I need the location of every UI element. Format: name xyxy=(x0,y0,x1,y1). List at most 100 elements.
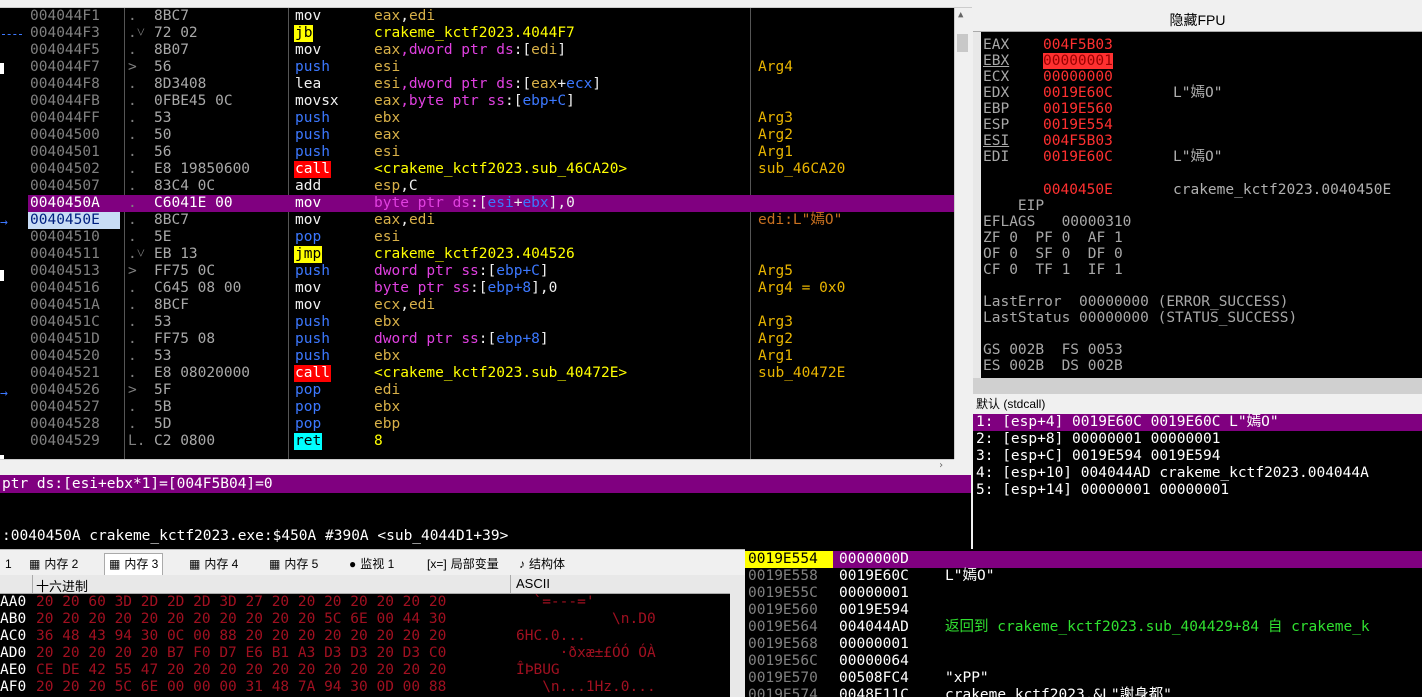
stack-address[interactable]: 0019E558 xyxy=(748,568,818,585)
dump-hex-bytes[interactable]: CE DE 42 55 47 20 20 20 20 20 20 20 20 2… xyxy=(36,662,446,679)
registers-scrollbar[interactable] xyxy=(973,32,981,378)
dump-row[interactable]: AC0 36 48 43 94 30 0C 00 88 20 20 20 20 2… xyxy=(0,628,730,645)
stack-row[interactable]: 0019E554 0000000D xyxy=(745,551,1422,568)
disasm-row[interactable]: 0040451C. 53 push ebx Arg3 xyxy=(28,314,954,331)
breakpoint-marker[interactable] xyxy=(0,63,4,74)
disasm-row[interactable]: 00404501. 56 push esi Arg1 xyxy=(28,144,954,161)
disasm-row[interactable]: 004044F5. 8B07 mov eax,dword ptr ds:[edi] xyxy=(28,42,954,59)
dump-hex-bytes[interactable]: 20 20 20 20 20 20 20 20 20 20 20 5C 6E 0… xyxy=(36,611,446,628)
register-name-ebp[interactable]: EBP xyxy=(983,101,1009,117)
disasm-address[interactable]: 00404507 xyxy=(28,178,120,195)
disasm-address[interactable]: 0040451D xyxy=(28,331,120,348)
stack-value[interactable]: 0019E594 xyxy=(839,602,909,619)
stack-value[interactable]: 0019E60C xyxy=(839,568,909,585)
disasm-address[interactable]: 00404510 xyxy=(28,229,120,246)
register-value-ecx[interactable]: 00000000 xyxy=(1043,69,1113,85)
register-name-edx[interactable]: EDX xyxy=(983,85,1009,101)
disasm-row[interactable]: 00404516. C645 08 00 mov byte ptr ss:[ebp+8… xyxy=(28,280,954,297)
register-value-esp[interactable]: 0019E554 xyxy=(1043,117,1113,133)
stack-row[interactable]: 0019E55C 00000001 xyxy=(745,585,1422,602)
stack-row[interactable]: 0019E564 004044AD 返回到 crakeme_kctf2023.sub… xyxy=(745,619,1422,636)
disasm-row[interactable]: 00404502. E8 19850600 call <crakeme_kctf202… xyxy=(28,161,954,178)
stack-argument-row[interactable]: 5: [esp+14] 00000001 00000001 xyxy=(973,482,1422,499)
dump-hex-bytes[interactable]: 20 20 20 5C 6E 00 00 00 31 48 7A 94 30 0… xyxy=(36,679,446,696)
disasm-row[interactable]: 004044F1. 8BC7 mov eax,edi xyxy=(28,8,954,25)
disasm-address[interactable]: 00404521 xyxy=(28,365,120,382)
stack-value[interactable]: 00000001 xyxy=(839,636,909,653)
dump-ascii[interactable]: \n.D0 xyxy=(516,611,656,628)
segment-row[interactable]: GS 002B FS 0053 xyxy=(983,342,1123,358)
ascii-column-header[interactable]: ASCII xyxy=(516,576,550,591)
stack-address[interactable]: 0019E554 xyxy=(745,551,833,568)
disasm-row[interactable]: 004044FB. 0FBE45 0C movsx eax,byte ptr ss:[… xyxy=(28,93,954,110)
stack-argument-row[interactable]: 3: [esp+C] 0019E594 0019E594 xyxy=(973,448,1422,465)
stack-row[interactable]: 0019E568 00000001 xyxy=(745,636,1422,653)
register-name-eax[interactable]: EAX xyxy=(983,37,1009,53)
dump-hex-bytes[interactable]: 20 20 60 3D 2D 2D 2D 3D 27 20 20 20 20 2… xyxy=(36,594,446,611)
calling-convention-dropdown[interactable]: 默认 (stdcall) xyxy=(973,394,1422,414)
disasm-row[interactable]: 00404520. 53 push ebx Arg1 xyxy=(28,348,954,365)
disasm-address[interactable]: 00404526 xyxy=(28,382,120,399)
scroll-thumb[interactable] xyxy=(957,34,968,52)
breakpoint-marker[interactable] xyxy=(0,270,4,281)
dump-address[interactable]: AF0 xyxy=(0,679,26,696)
stack-address[interactable]: 0019E56C xyxy=(748,653,818,670)
disasm-row[interactable]: 00404507. 83C4 0C add esp,C xyxy=(28,178,954,195)
tab-结构体[interactable]: ♪ 结构体 xyxy=(514,553,570,575)
register-value-eax[interactable]: 004F5B03 xyxy=(1043,37,1113,53)
disasm-address[interactable]: 004044F1 xyxy=(28,8,120,25)
stack-row[interactable]: 0019E574 0048E11C crakeme_kctf2023.&L"謝身都" xyxy=(745,687,1422,697)
dump-address[interactable]: AA0 xyxy=(0,594,26,611)
disasm-address[interactable]: 0040451C xyxy=(28,314,120,331)
disasm-row[interactable]: 00404528. 5D pop ebp xyxy=(28,416,954,433)
disasm-address[interactable]: 004044F8 xyxy=(28,76,120,93)
tab-1[interactable]: 1 xyxy=(0,553,17,575)
dump-address[interactable]: AC0 xyxy=(0,628,26,645)
disasm-address[interactable]: 004044F5 xyxy=(28,42,120,59)
stack-arguments-panel[interactable]: 1: [esp+4] 0019E60C 0019E60C L"嫣O" 2: [es… xyxy=(973,414,1422,549)
scroll-right-icon[interactable]: › xyxy=(938,460,944,471)
disasm-address[interactable]: 004044FF xyxy=(28,110,120,127)
tab-内存-2[interactable]: ▦ 内存 2 xyxy=(24,553,83,575)
memory-dump-view[interactable]: AA0 20 20 60 3D 2D 2D 2D 3D 27 20 20 20 2… xyxy=(0,594,730,697)
register-value-esi[interactable]: 004F5B03 xyxy=(1043,133,1113,149)
register-value-ebp[interactable]: 0019E560 xyxy=(1043,101,1113,117)
segment-row[interactable]: ES 002B DS 002B xyxy=(983,358,1123,374)
register-value-edx[interactable]: 0019E60C xyxy=(1043,85,1113,101)
dump-row[interactable]: AE0 CE DE 42 55 47 20 20 20 20 20 20 20 2… xyxy=(0,662,730,679)
disasm-row[interactable]: 00404527. 5B pop ebx xyxy=(28,399,954,416)
dump-row[interactable]: AB0 20 20 20 20 20 20 20 20 20 20 20 5C 6… xyxy=(0,611,730,628)
disasm-row[interactable]: 00404510. 5E pop esi xyxy=(28,229,954,246)
stack-row[interactable]: 0019E570 00508FC4 "xPP" xyxy=(745,670,1422,687)
last-error-row[interactable]: LastError 00000000 (ERROR_SUCCESS) xyxy=(983,294,1289,310)
stack-address[interactable]: 0019E55C xyxy=(748,585,818,602)
tab-监视-1[interactable]: ● 监视 1 xyxy=(344,553,399,575)
dump-address[interactable]: AB0 xyxy=(0,611,26,628)
hex-column-header[interactable]: 十六进制 xyxy=(36,576,88,593)
disasm-row[interactable]: 00404529 L. C2 0800 ret 8 xyxy=(28,433,954,450)
last-status-row[interactable]: LastStatus 00000000 (STATUS_SUCCESS) xyxy=(983,310,1297,326)
disasm-address[interactable]: 00404513 xyxy=(28,263,120,280)
dump-row[interactable]: AA0 20 20 60 3D 2D 2D 2D 3D 27 20 20 20 2… xyxy=(0,594,730,611)
disasm-row[interactable]: 004044FF. 53 push ebx Arg3 xyxy=(28,110,954,127)
disasm-row[interactable]: 00404500. 50 push eax Arg2 xyxy=(28,127,954,144)
dump-address[interactable]: AE0 xyxy=(0,662,26,679)
tab-内存-4[interactable]: ▦ 内存 4 xyxy=(184,553,243,575)
disasm-row[interactable]: 00404526 >5F pop edi xyxy=(28,382,954,399)
register-name-ecx[interactable]: ECX xyxy=(983,69,1009,85)
disasm-address[interactable]: 00404520 xyxy=(28,348,120,365)
disasm-address[interactable]: 00404516 xyxy=(28,280,120,297)
disassembly-view[interactable]: 004044F1. 8BC7 mov eax,edi 004044F3 .˅ 72 02 jb… xyxy=(28,8,954,459)
disasm-row[interactable]: 00404521. E8 08020000 call <crakeme_kctf202… xyxy=(28,365,954,382)
register-value-edi[interactable]: 0019E60C xyxy=(1043,149,1113,165)
disasm-address[interactable]: 00404502 xyxy=(28,161,120,178)
stack-address[interactable]: 0019E570 xyxy=(748,670,818,687)
disasm-address[interactable]: 004044FB xyxy=(28,93,120,110)
stack-value[interactable]: 00508FC4 xyxy=(839,670,909,687)
disasm-address[interactable]: 00404501 xyxy=(28,144,120,161)
flags-row[interactable]: ZF 0 PF 0 AF 1 xyxy=(983,230,1123,246)
stack-address[interactable]: 0019E564 xyxy=(748,619,818,636)
disasm-row[interactable]: 0040450E. 8BC7 mov eax,edi edi:L"嫣O" xyxy=(28,212,954,229)
hide-fpu-toggle[interactable]: 隐藏FPU xyxy=(973,8,1422,32)
disassembly-vertical-scrollbar[interactable]: ▲ xyxy=(954,8,970,459)
